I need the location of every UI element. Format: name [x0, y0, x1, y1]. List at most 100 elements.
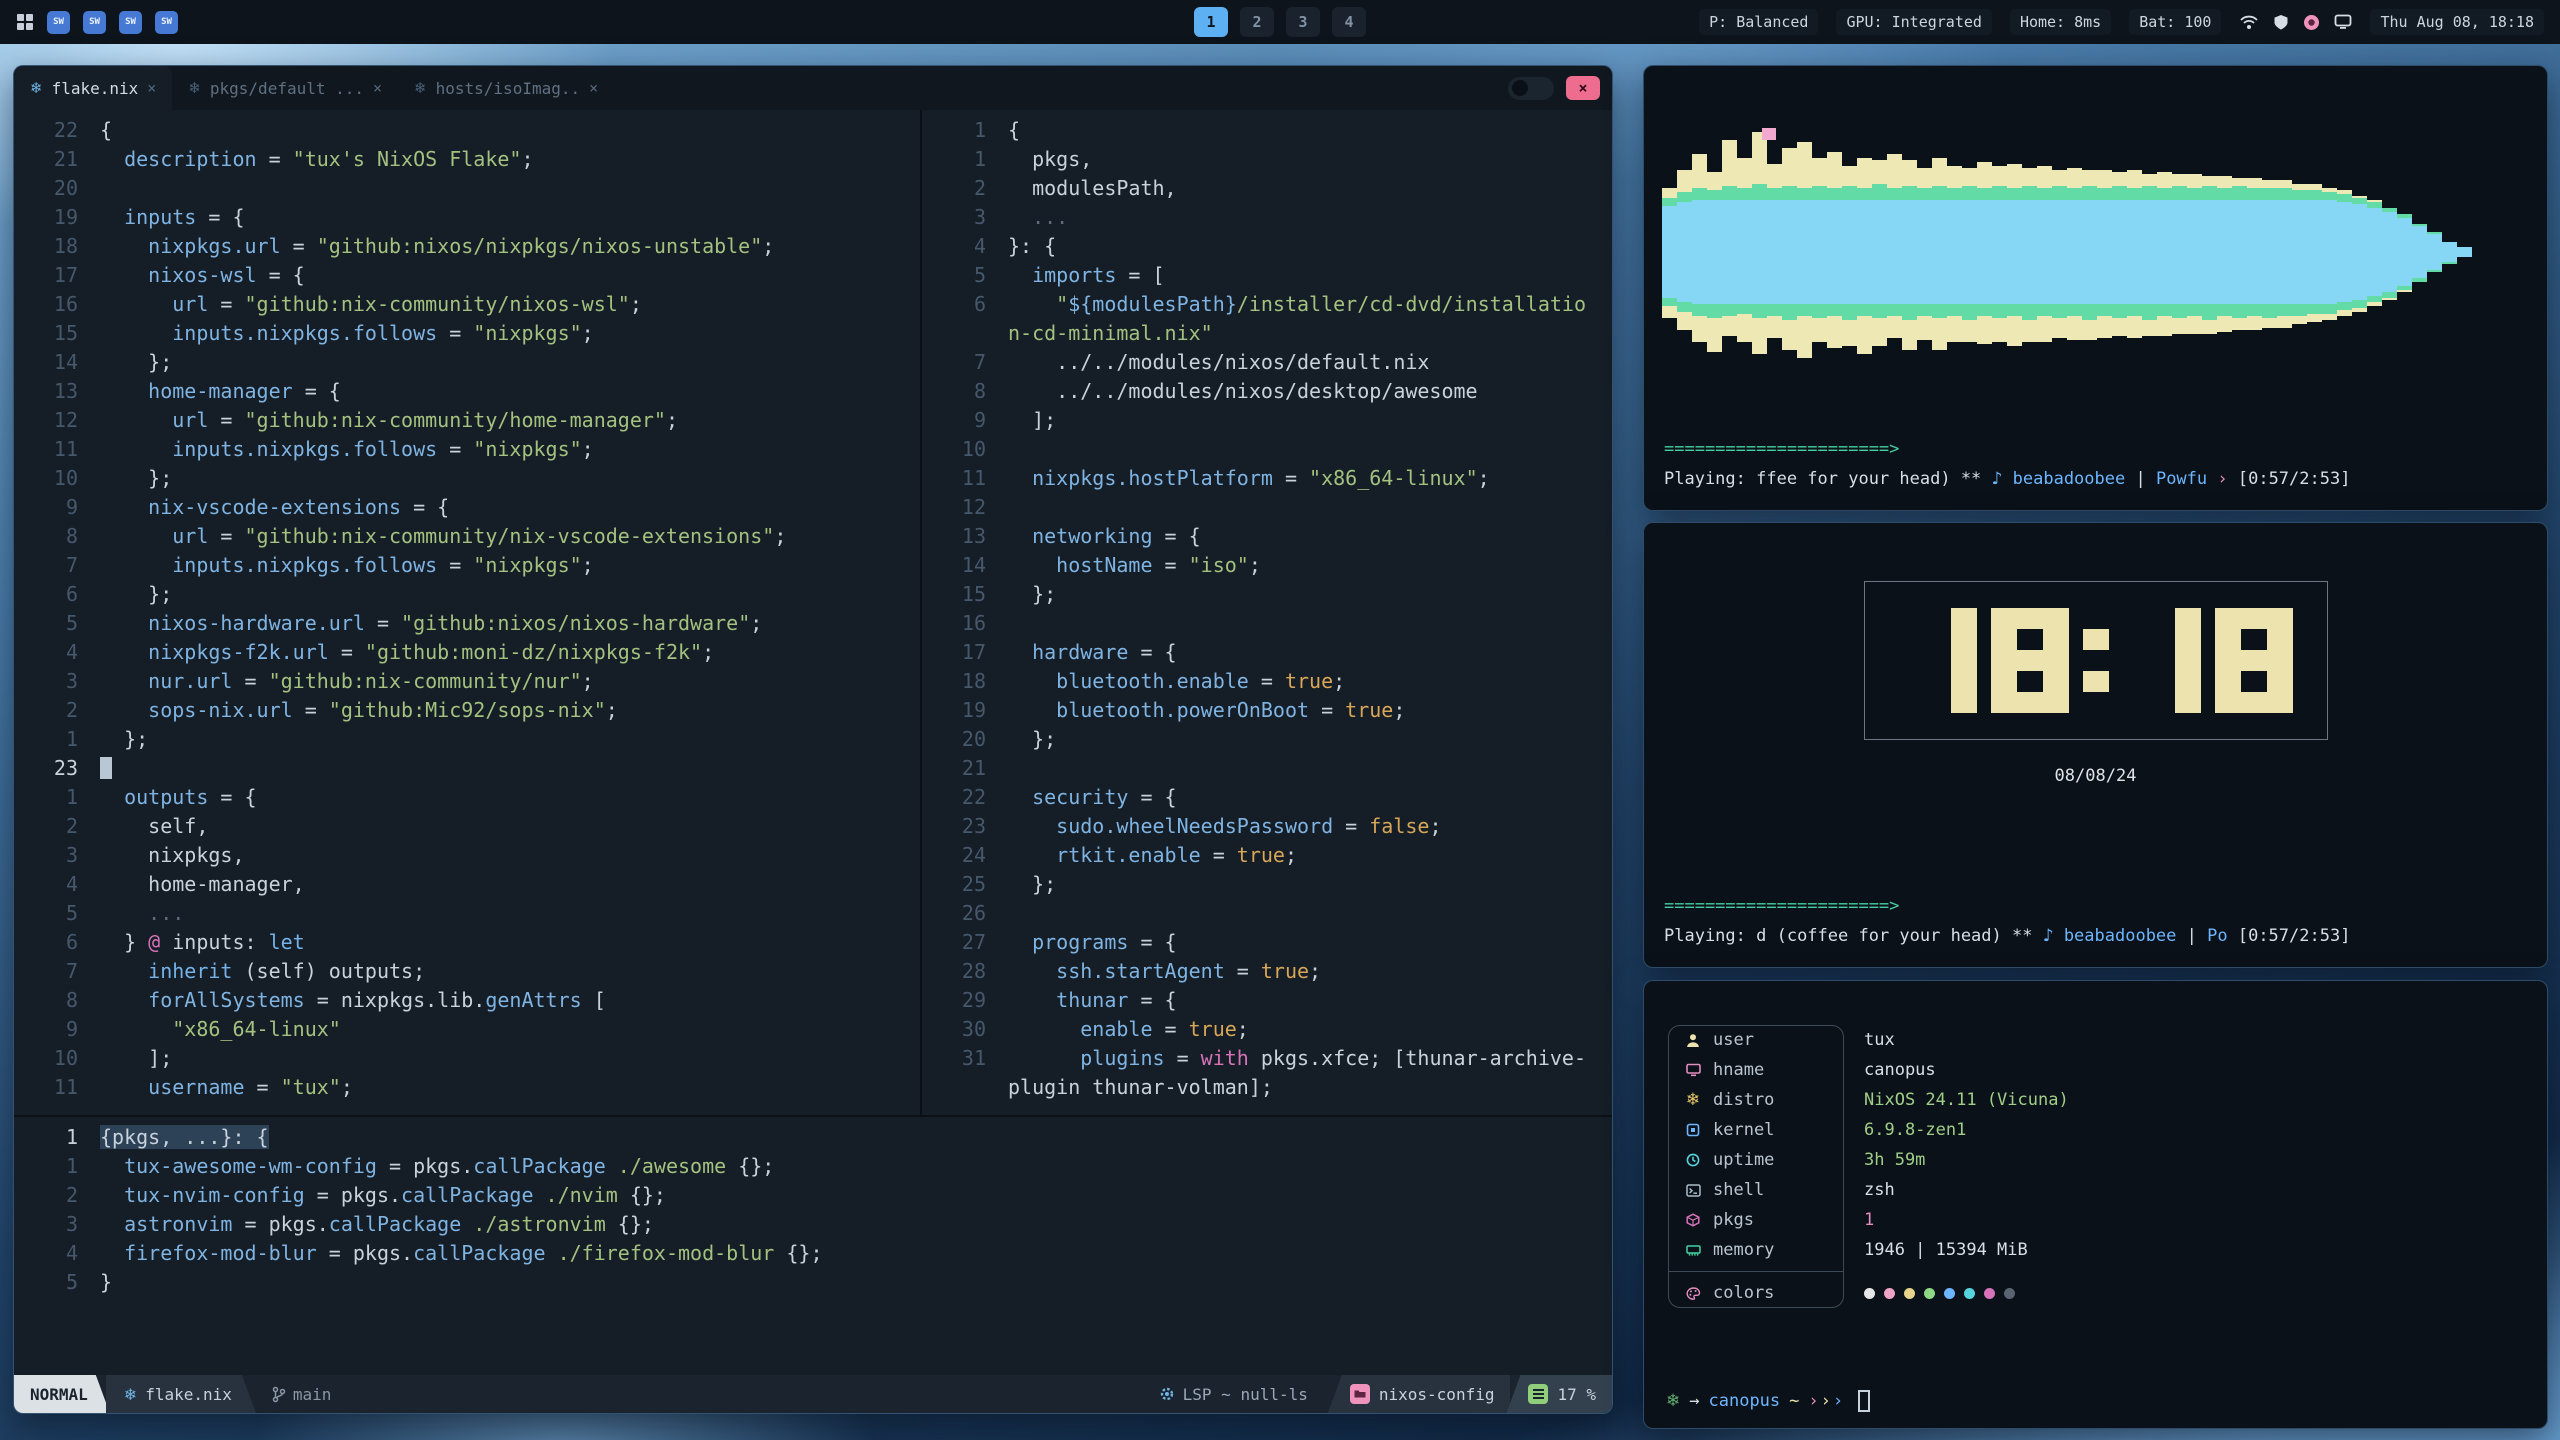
viz-bar [1707, 82, 1722, 422]
tab-pkgs-default[interactable]: ❄ pkgs/default ... × [172, 66, 398, 110]
workspace-tag-1[interactable]: 1 [1194, 7, 1228, 37]
viz-bar [1917, 82, 1932, 422]
workspace-tag-2[interactable]: 2 [1240, 7, 1274, 37]
prompt-hostname: canopus [1709, 1391, 1781, 1411]
now-playing-line: Playing: ffee for your head) ** ♪ beabad… [1664, 464, 2527, 494]
branch-name: main [293, 1385, 332, 1404]
viz-bar [2232, 82, 2247, 422]
tab-close-icon[interactable]: × [373, 79, 382, 97]
pinned-app-icon[interactable]: SW [47, 11, 70, 34]
git-branch-icon [272, 1386, 286, 1403]
editor-pane-pkgs[interactable]: 1{pkgs, ...}: {1 tux-awesome-wm-config =… [14, 1115, 1612, 1375]
color-dot [1884, 1288, 1895, 1299]
code-row: 8 url = "github:nix-community/nix-vscode… [14, 522, 920, 551]
viz-accent-pixel [1762, 128, 1776, 140]
viz-bar [1737, 82, 1752, 422]
pkgs-icon [1684, 1213, 1702, 1227]
editor-pane-flake[interactable]: 22{21 description = "tux's NixOS Flake";… [14, 110, 920, 1115]
editor-pane-iso[interactable]: 1{1 pkgs,2 modulesPath,3 ...4}: {5 impor… [922, 110, 1612, 1115]
fetch-value: 6.9.8-zen1 [1844, 1115, 2308, 1145]
code-row: 14 hostName = "iso"; [922, 551, 1612, 580]
clock-digit [1899, 608, 1977, 713]
code-row: 11 nixpkgs.hostPlatform = "x86_64-linux"… [922, 464, 1612, 493]
viz-bar [2442, 82, 2457, 422]
tab-hosts-isoimage[interactable]: ❄ hosts/isoImag.. × [398, 66, 614, 110]
viz-bar [2292, 82, 2307, 422]
window-close-button[interactable]: × [1566, 76, 1600, 100]
code-row: n-cd-minimal.nix" [922, 319, 1612, 348]
fetch-value: 1946 | 15394 MiB [1844, 1235, 2308, 1265]
fetch-value: zsh [1844, 1175, 2308, 1205]
viz-bar [1662, 82, 1677, 422]
terminal-fetch-window[interactable]: usertuxhnamecanopus❄distroNixOS 24.11 (V… [1643, 980, 2548, 1429]
viz-bar [1677, 82, 1692, 422]
user-icon [1684, 1033, 1702, 1048]
tab-close-icon[interactable]: × [147, 79, 156, 97]
clock-widget[interactable]: Thu Aug 08, 18:18 [2370, 9, 2544, 35]
prompt-path: ~ [1789, 1391, 1799, 1411]
tab-close-icon[interactable]: × [589, 79, 598, 97]
display-icon[interactable] [2334, 14, 2352, 30]
viz-bar [1692, 82, 1707, 422]
viz-bar [1827, 82, 1842, 422]
pinned-app-icon[interactable]: SW [119, 11, 142, 34]
statusline-filename: flake.nix [145, 1385, 232, 1404]
code-row: 8 forAllSystems = nixpkgs.lib.genAttrs [ [14, 986, 920, 1015]
code-row: 22 security = { [922, 783, 1612, 812]
color-dot [1964, 1288, 1975, 1299]
fetch-value: NixOS 24.11 (Vicuna) [1844, 1085, 2308, 1115]
fetch-label: memory [1668, 1235, 1844, 1265]
viz-bar [2187, 82, 2202, 422]
wifi-icon[interactable] [2239, 14, 2259, 30]
tty-clock [1864, 581, 2328, 740]
code-row: 4 home-manager, [14, 870, 920, 899]
fetch-value: canopus [1844, 1055, 2308, 1085]
player-separator: ======================> [1664, 891, 2527, 921]
terminal-clock-window[interactable]: 08/08/24 ======================> Playing… [1643, 522, 2548, 968]
music-note-icon: ♪ [2043, 926, 2054, 946]
launcher-grid-icon[interactable] [16, 13, 34, 31]
scroll-lines-icon [1528, 1384, 1548, 1404]
toggle-pill[interactable] [1508, 77, 1554, 100]
workspace-tag-4[interactable]: 4 [1332, 7, 1366, 37]
viz-bar [1932, 82, 1947, 422]
code-row: 1 }; [14, 725, 920, 754]
workspace-taglist: 1234 [1194, 0, 1366, 44]
now-playing-line: Playing: d (coffee for your head) ** ♪ b… [1664, 921, 2527, 951]
tab-flake-nix[interactable]: ❄ flake.nix × [14, 66, 172, 110]
neovim-window[interactable]: ❄ flake.nix × ❄ pkgs/default ... × ❄ hos… [13, 65, 1613, 1414]
code-row: 7 inherit (self) outputs; [14, 957, 920, 986]
code-row: 5 nixos-hardware.url = "github:nixos/nix… [14, 609, 920, 638]
workspace-tag-3[interactable]: 3 [1286, 7, 1320, 37]
tab-label: pkgs/default ... [210, 79, 364, 98]
code-row: 7 inputs.nixpkgs.follows = "nixpkgs"; [14, 551, 920, 580]
gpu-widget[interactable]: GPU: Integrated [1836, 9, 1991, 35]
shield-icon[interactable] [2273, 14, 2289, 31]
tab-label: hosts/isoImag.. [436, 79, 581, 98]
battery-widget[interactable]: Bat: 100 [2129, 9, 2221, 35]
code-row: 2 tux-nvim-config = pkgs.callPackage ./n… [14, 1181, 1612, 1210]
ping-widget[interactable]: Home: 8ms [2010, 9, 2111, 35]
code-row: 19 bluetooth.powerOnBoot = true; [922, 696, 1612, 725]
viz-bar [2142, 82, 2157, 422]
power-profile-widget[interactable]: P: Balanced [1699, 9, 1818, 35]
clock-digit [1991, 608, 2069, 713]
viz-bar [1872, 82, 1887, 422]
pinned-app-icon[interactable]: SW [83, 11, 106, 34]
toggle-dot-icon [1512, 80, 1528, 96]
nix-file-icon: ❄ [30, 79, 43, 97]
clock-digit [2123, 608, 2201, 713]
fetch-value: 1 [1844, 1205, 2308, 1235]
pinned-app-icon[interactable]: SW [155, 11, 178, 34]
viz-bar [1842, 82, 1857, 422]
audio-visualizer [1662, 82, 2522, 422]
viz-bar [2217, 82, 2232, 422]
record-icon[interactable] [2303, 14, 2320, 31]
fetch-value: 3h 59m [1844, 1145, 2308, 1175]
viz-bar [1947, 82, 1962, 422]
code-row: 13 networking = { [922, 522, 1612, 551]
viz-bar [2037, 82, 2052, 422]
terminal-visualizer-window[interactable]: ======================> Playing: ffee fo… [1643, 65, 2548, 511]
viz-bar [1857, 82, 1872, 422]
viz-bar [2007, 82, 2022, 422]
